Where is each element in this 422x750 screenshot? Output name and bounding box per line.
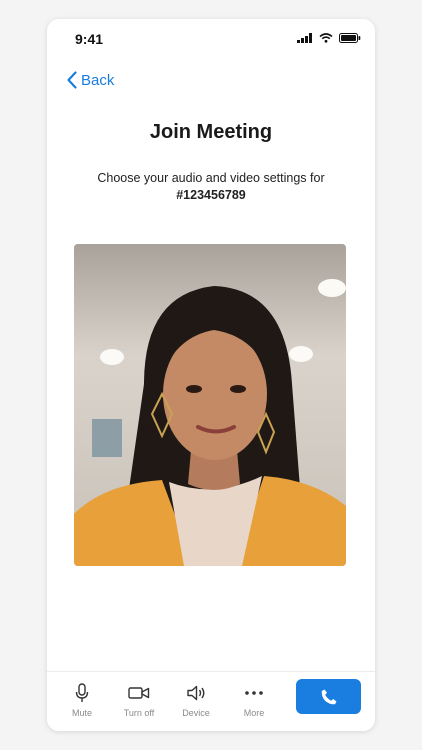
video-camera-icon xyxy=(128,687,150,699)
back-button[interactable]: Back xyxy=(67,71,114,89)
status-bar: 9:41 xyxy=(47,19,375,59)
subtitle-text: Choose your audio and video settings for xyxy=(97,171,325,185)
signal-icon xyxy=(297,33,312,43)
mute-button[interactable]: Mute xyxy=(52,682,112,718)
join-call-button[interactable] xyxy=(296,679,361,714)
device-label: Device xyxy=(182,708,210,718)
battery-icon xyxy=(339,33,361,43)
phone-screen: 9:41 Back Join Meeting Choose your audio… xyxy=(47,19,375,731)
meeting-subtitle: Choose your audio and video settings for… xyxy=(77,170,345,204)
microphone-icon xyxy=(75,683,89,702)
turn-off-label: Turn off xyxy=(123,708,155,718)
more-icon xyxy=(245,691,263,695)
video-preview xyxy=(74,244,346,566)
turn-off-video-button[interactable]: Turn off xyxy=(109,682,169,718)
call-controls-toolbar: Mute Turn off Device More xyxy=(47,671,375,731)
status-icons xyxy=(297,33,361,43)
mute-label: Mute xyxy=(71,708,92,718)
wifi-icon xyxy=(319,33,333,43)
more-label: More xyxy=(243,708,265,718)
back-label: Back xyxy=(81,71,115,89)
camera-preview-image xyxy=(74,244,346,566)
meeting-id: #123456789 xyxy=(176,188,246,202)
speaker-icon xyxy=(187,685,205,701)
status-time: 9:41 xyxy=(75,31,104,47)
device-button[interactable]: Device xyxy=(166,682,226,718)
phone-icon xyxy=(321,689,336,704)
page-title: Join Meeting xyxy=(149,121,273,143)
chevron-left-icon xyxy=(67,71,77,89)
more-button[interactable]: More xyxy=(224,682,284,718)
